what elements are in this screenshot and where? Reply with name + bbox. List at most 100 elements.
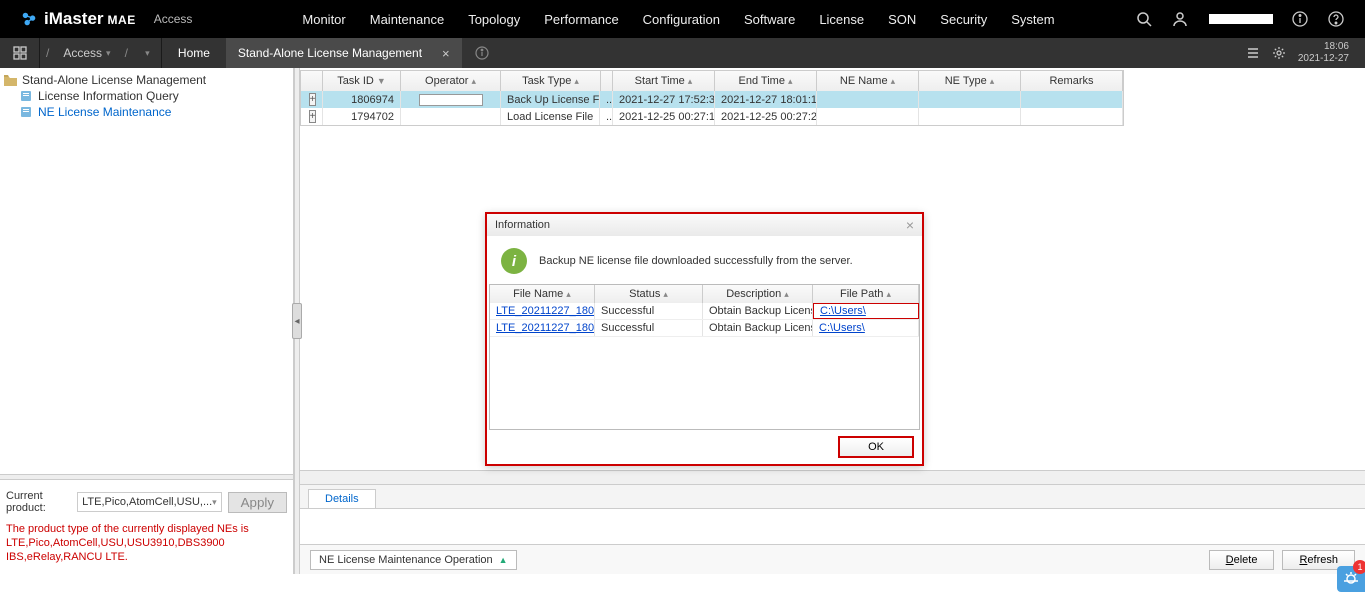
path-link[interactable]: C:\Users\ bbox=[819, 322, 865, 334]
main-nav: Monitor Maintenance Topology Performance… bbox=[302, 12, 1054, 27]
nav-performance[interactable]: Performance bbox=[544, 12, 618, 27]
close-icon[interactable]: × bbox=[906, 217, 914, 233]
file-link[interactable]: LTE_20211227_1805... bbox=[496, 305, 595, 317]
nav-security[interactable]: Security bbox=[940, 12, 987, 27]
table-row[interactable]: LTE_20211227_1805... Successful Obtain B… bbox=[490, 320, 919, 337]
separator: / bbox=[40, 46, 55, 60]
apps-icon[interactable] bbox=[0, 38, 40, 68]
close-icon[interactable]: × bbox=[442, 46, 450, 61]
logo-icon bbox=[20, 10, 38, 28]
clock: 18:06 2021-12-27 bbox=[1298, 41, 1349, 65]
nav-monitor[interactable]: Monitor bbox=[302, 12, 345, 27]
ok-button[interactable]: OK bbox=[838, 436, 914, 458]
nav-configuration[interactable]: Configuration bbox=[643, 12, 720, 27]
col-start-time[interactable]: Start Time▴ bbox=[613, 71, 715, 91]
col-expand[interactable] bbox=[301, 71, 323, 91]
sort-icon: ▴ bbox=[891, 76, 896, 87]
table-row[interactable]: + 1794702 Load License File ... 2021-12-… bbox=[301, 108, 1123, 125]
sort-icon: ▴ bbox=[688, 76, 693, 87]
dialog-title: Information bbox=[495, 219, 550, 231]
file-icon bbox=[20, 106, 34, 118]
details-body bbox=[300, 508, 1365, 544]
col-end-time[interactable]: End Time▴ bbox=[715, 71, 817, 91]
search-icon[interactable] bbox=[1135, 10, 1153, 28]
clock-time: 18:06 bbox=[1298, 41, 1349, 53]
breadcrumb-dropdown[interactable]: ▾ bbox=[134, 38, 162, 68]
info-icon: i bbox=[501, 248, 527, 274]
sub-bar: / Access▾ / ▾ Home Stand-Alone License M… bbox=[0, 38, 1365, 68]
logo: iMaster MAE bbox=[20, 9, 136, 29]
clock-date: 2021-12-27 bbox=[1298, 53, 1349, 65]
col-description[interactable]: Description▴ bbox=[703, 285, 813, 303]
table-row[interactable]: LTE_20211227_1805... Successful Obtain B… bbox=[490, 303, 919, 320]
tree-root[interactable]: Stand-Alone License Management bbox=[2, 72, 291, 88]
file-link[interactable]: LTE_20211227_1805... bbox=[496, 322, 595, 334]
user-icon[interactable] bbox=[1171, 10, 1189, 28]
action-bar: NE License Maintenance Operation ▲ Delet… bbox=[300, 544, 1365, 574]
col-task-id[interactable]: Task ID▼ bbox=[323, 71, 401, 91]
sidebar: Stand-Alone License Management License I… bbox=[0, 68, 294, 574]
top-bar: iMaster MAE Access Monitor Maintenance T… bbox=[0, 0, 1365, 38]
sort-icon: ▴ bbox=[990, 76, 995, 87]
sort-desc-icon: ▼ bbox=[377, 76, 386, 86]
user-name[interactable] bbox=[1209, 14, 1273, 24]
expand-icon[interactable]: + bbox=[309, 110, 317, 123]
operation-dropdown[interactable]: NE License Maintenance Operation ▲ bbox=[310, 550, 517, 570]
brand-module: Access bbox=[154, 12, 193, 26]
breadcrumb-access[interactable]: Access▾ bbox=[55, 46, 118, 60]
separator: / bbox=[119, 46, 134, 60]
tree-item-ne-license-maintenance[interactable]: NE License Maintenance bbox=[2, 104, 291, 120]
path-link[interactable]: C:\Users\ bbox=[820, 305, 866, 317]
task-table: Task ID▼ Operator▴ Task Type▴ Start Time… bbox=[300, 70, 1124, 126]
info-icon[interactable] bbox=[1291, 10, 1309, 28]
col-file-name[interactable]: File Name▴ bbox=[490, 285, 595, 303]
product-select[interactable]: LTE,Pico,AtomCell,USU,... ▾ bbox=[77, 492, 222, 512]
expand-icon[interactable]: + bbox=[309, 93, 317, 106]
dialog-message: Backup NE license file downloaded succes… bbox=[539, 255, 853, 267]
sort-icon: ▴ bbox=[471, 76, 476, 87]
col-ne-name[interactable]: NE Name▴ bbox=[817, 71, 919, 91]
product-panel: Current product: LTE,Pico,AtomCell,USU,.… bbox=[0, 480, 293, 574]
tree-item-license-query[interactable]: License Information Query bbox=[2, 88, 291, 104]
chevron-down-icon: ▾ bbox=[106, 48, 111, 59]
col-file-path[interactable]: File Path▴ bbox=[813, 285, 919, 303]
tab-home[interactable]: Home bbox=[162, 38, 226, 68]
nav-son[interactable]: SON bbox=[888, 12, 916, 27]
bottom-section: Details NE License Maintenance Operation… bbox=[300, 470, 1365, 574]
help-icon[interactable] bbox=[1327, 10, 1345, 28]
dialog-table: File Name▴ Status▴ Description▴ File Pat… bbox=[489, 284, 920, 430]
product-note: The product type of the currently displa… bbox=[6, 522, 287, 564]
caret-up-icon: ▲ bbox=[499, 555, 508, 565]
gear-icon[interactable] bbox=[1272, 46, 1286, 60]
col-more[interactable] bbox=[601, 71, 613, 91]
tab-details[interactable]: Details bbox=[308, 489, 376, 508]
apply-button[interactable]: Apply bbox=[228, 492, 287, 513]
dialog-header[interactable]: Information × bbox=[487, 214, 922, 236]
task-table-header: Task ID▼ Operator▴ Task Type▴ Start Time… bbox=[301, 71, 1123, 91]
nav-license[interactable]: License bbox=[819, 12, 864, 27]
tab-license-management[interactable]: Stand-Alone License Management × bbox=[226, 38, 462, 68]
product-label: Current product: bbox=[6, 490, 71, 514]
tab-info-icon[interactable] bbox=[462, 46, 502, 60]
table-row[interactable]: + 1806974 Back Up License File ... 2021-… bbox=[301, 91, 1123, 108]
col-status[interactable]: Status▴ bbox=[595, 285, 703, 303]
file-icon bbox=[20, 90, 34, 102]
nav-system[interactable]: System bbox=[1011, 12, 1054, 27]
folder-icon bbox=[4, 75, 18, 86]
col-operator[interactable]: Operator▴ bbox=[401, 71, 501, 91]
nav-software[interactable]: Software bbox=[744, 12, 795, 27]
col-remarks[interactable]: Remarks bbox=[1021, 71, 1123, 91]
info-dialog: Information × i Backup NE license file d… bbox=[485, 212, 924, 466]
nav-topology[interactable]: Topology bbox=[468, 12, 520, 27]
delete-button[interactable]: Delete bbox=[1209, 550, 1275, 570]
list-icon[interactable] bbox=[1246, 46, 1260, 60]
col-ne-type[interactable]: NE Type▴ bbox=[919, 71, 1021, 91]
alert-widget[interactable]: 1 bbox=[1337, 566, 1365, 592]
alert-badge: 1 bbox=[1353, 560, 1365, 574]
col-task-type[interactable]: Task Type▴ bbox=[501, 71, 601, 91]
nav-maintenance[interactable]: Maintenance bbox=[370, 12, 444, 27]
brand-suffix: MAE bbox=[108, 13, 136, 27]
scrollbar-placeholder[interactable] bbox=[300, 471, 1365, 485]
tree: Stand-Alone License Management License I… bbox=[0, 68, 293, 474]
chevron-down-icon: ▾ bbox=[212, 497, 217, 508]
